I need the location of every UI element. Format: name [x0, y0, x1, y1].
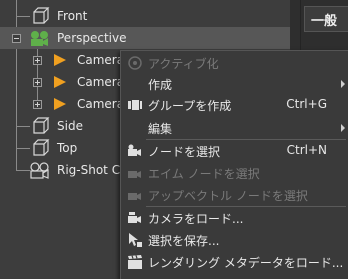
tab-label: 一般 — [311, 14, 338, 29]
expand-icon[interactable] — [33, 56, 42, 65]
menu-item-activate[interactable]: アクティブ化 — [121, 52, 348, 73]
menu-item-load-render-metadata[interactable]: レンダリング メタデータをロード... — [121, 251, 348, 272]
expand-icon[interactable] — [33, 78, 42, 87]
upvector-node-icon — [128, 193, 141, 200]
submenu-arrow-icon — [341, 124, 345, 132]
camera-track-icon — [54, 76, 66, 88]
menu-item-select-aim-node[interactable]: エイム ノードを選択 — [121, 162, 348, 183]
camera-track-icon — [54, 54, 66, 66]
menu-item-load-camera[interactable]: カメラをロード... — [121, 207, 348, 228]
camera-view-icon — [33, 7, 50, 24]
expand-icon[interactable] — [33, 100, 42, 109]
menu-item-select-upvector-node[interactable]: アップベクトル ノードを選択 — [121, 184, 348, 205]
tree-item-label: Perspective — [57, 31, 127, 45]
camera-view-icon — [33, 139, 50, 156]
select-node-icon — [128, 144, 141, 156]
tree-item-perspective[interactable]: Perspective — [0, 27, 290, 49]
tree-item-label: Front — [57, 9, 88, 23]
menu-item-save-selection[interactable]: 選択を保存... — [121, 229, 348, 250]
camera-group-icon — [31, 31, 48, 46]
load-camera-icon — [128, 212, 141, 223]
menu-item-edit[interactable]: 編集 — [121, 117, 348, 138]
collapse-icon[interactable] — [12, 34, 21, 43]
menu-item-create-group[interactable]: グループを作成 Ctrl+G — [121, 94, 348, 115]
activate-icon — [128, 56, 142, 70]
camera-view-icon — [33, 117, 50, 134]
aim-node-icon — [128, 171, 141, 178]
submenu-arrow-icon — [341, 80, 345, 88]
camera-track-icon — [54, 98, 66, 110]
tree-item-label: Side — [57, 119, 83, 133]
menu-item-select-node[interactable]: ノードを選択 Ctrl+N — [121, 140, 348, 161]
clapperboard-icon — [128, 255, 142, 269]
tab-general[interactable]: 一般 — [304, 6, 348, 32]
menu-item-create[interactable]: 作成 — [121, 73, 348, 94]
camera-group-icon — [30, 162, 49, 179]
context-menu: アクティブ化 作成 グループを作成 Ctrl+G 編集 ノードを選択 Ctrl+… — [120, 50, 348, 279]
group-icon — [128, 100, 142, 110]
save-selection-icon — [129, 233, 142, 247]
tree-item-label: Top — [57, 141, 78, 155]
tree-item-front[interactable]: Front — [0, 5, 290, 27]
